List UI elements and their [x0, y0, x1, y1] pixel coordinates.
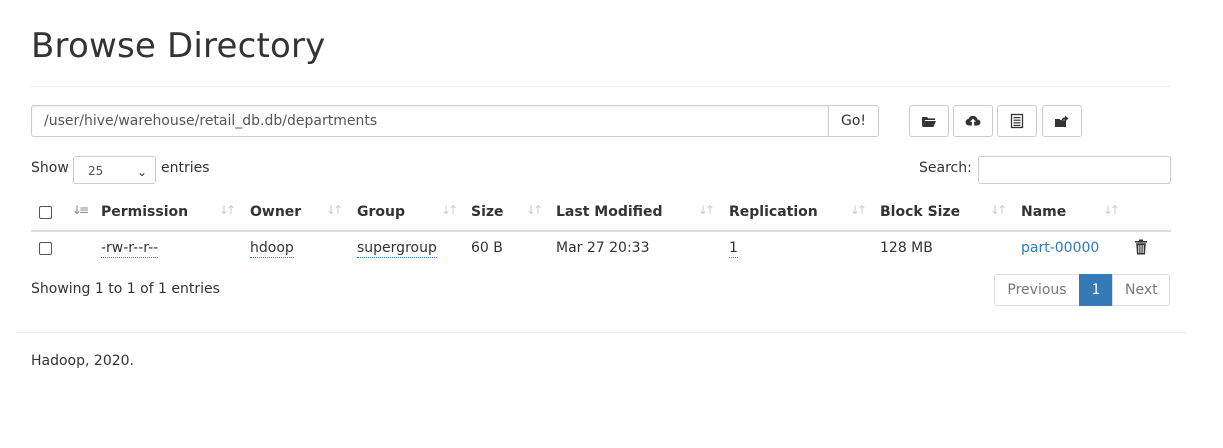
folder-open-icon: [922, 117, 936, 127]
previous-page-button[interactable]: Previous: [994, 274, 1080, 306]
pagination: Previous 1 Next: [994, 274, 1170, 306]
path-bar: Go!: [31, 105, 879, 137]
directory-path-input[interactable]: [31, 105, 828, 137]
cut-button[interactable]: [997, 105, 1037, 137]
search-label: Search:: [919, 160, 972, 176]
owner-cell[interactable]: hdoop: [250, 240, 294, 258]
sort-icon[interactable]: ↓↑: [326, 203, 343, 217]
size-cell: 60 B: [471, 240, 503, 256]
permission-cell[interactable]: -rw-r--r--: [101, 240, 159, 258]
column-header-replication[interactable]: Replication: [729, 204, 818, 220]
page-1-button[interactable]: 1: [1079, 274, 1113, 306]
chevron-down-icon: ⌄: [136, 165, 147, 179]
column-header-permission[interactable]: Permission: [101, 204, 188, 220]
create-directory-button[interactable]: [909, 105, 949, 137]
upload-button[interactable]: [953, 105, 993, 137]
page-title: Browse Directory: [31, 26, 326, 66]
column-header-name[interactable]: Name: [1021, 204, 1066, 220]
sort-icon[interactable]: ↓↑: [698, 203, 715, 217]
footer-text: Hadoop, 2020.: [31, 353, 134, 369]
sort-icon[interactable]: ↓↑: [850, 203, 867, 217]
cut-paste-icon: [1055, 115, 1069, 127]
sort-icon[interactable]: ↓≡: [72, 203, 89, 217]
column-header-last-modified[interactable]: Last Modified: [556, 204, 663, 220]
paste-button[interactable]: [1042, 105, 1082, 137]
block-size-cell: 128 MB: [880, 240, 933, 256]
last-modified-cell: Mar 27 20:33: [556, 240, 650, 256]
sort-icon[interactable]: ↓↑: [1103, 203, 1120, 217]
table-info: Showing 1 to 1 of 1 entries: [31, 281, 220, 297]
entries-label: entries: [161, 160, 210, 176]
footer-divider: [16, 332, 1187, 333]
table-header-divider: [31, 230, 1171, 232]
column-header-group[interactable]: Group: [357, 204, 405, 220]
column-header-block-size[interactable]: Block Size: [880, 204, 960, 220]
column-header-size[interactable]: Size: [471, 204, 504, 220]
sort-icon[interactable]: ↓↑: [990, 203, 1007, 217]
page-size-value: 25: [88, 164, 104, 178]
go-button[interactable]: Go!: [828, 105, 879, 137]
search-input[interactable]: [978, 156, 1171, 184]
show-label: Show: [31, 160, 69, 176]
row-checkbox[interactable]: [39, 242, 52, 255]
group-cell[interactable]: supergroup: [357, 240, 437, 258]
file-name-link[interactable]: part-00000: [1021, 240, 1099, 256]
next-page-button[interactable]: Next: [1112, 274, 1170, 306]
column-header-owner[interactable]: Owner: [250, 204, 301, 220]
upload-cloud-icon: [965, 115, 981, 126]
page-size-select[interactable]: 25 ⌄: [73, 156, 156, 184]
sort-icon[interactable]: ↓↑: [526, 203, 543, 217]
list-alt-icon: [1010, 113, 1024, 129]
sort-icon[interactable]: ↓↑: [441, 203, 458, 217]
replication-cell[interactable]: 1: [729, 240, 738, 258]
sort-icon[interactable]: ↓↑: [219, 203, 236, 217]
trash-icon[interactable]: [1134, 239, 1148, 255]
select-all-checkbox[interactable]: [39, 206, 52, 219]
title-divider: [31, 86, 1171, 87]
